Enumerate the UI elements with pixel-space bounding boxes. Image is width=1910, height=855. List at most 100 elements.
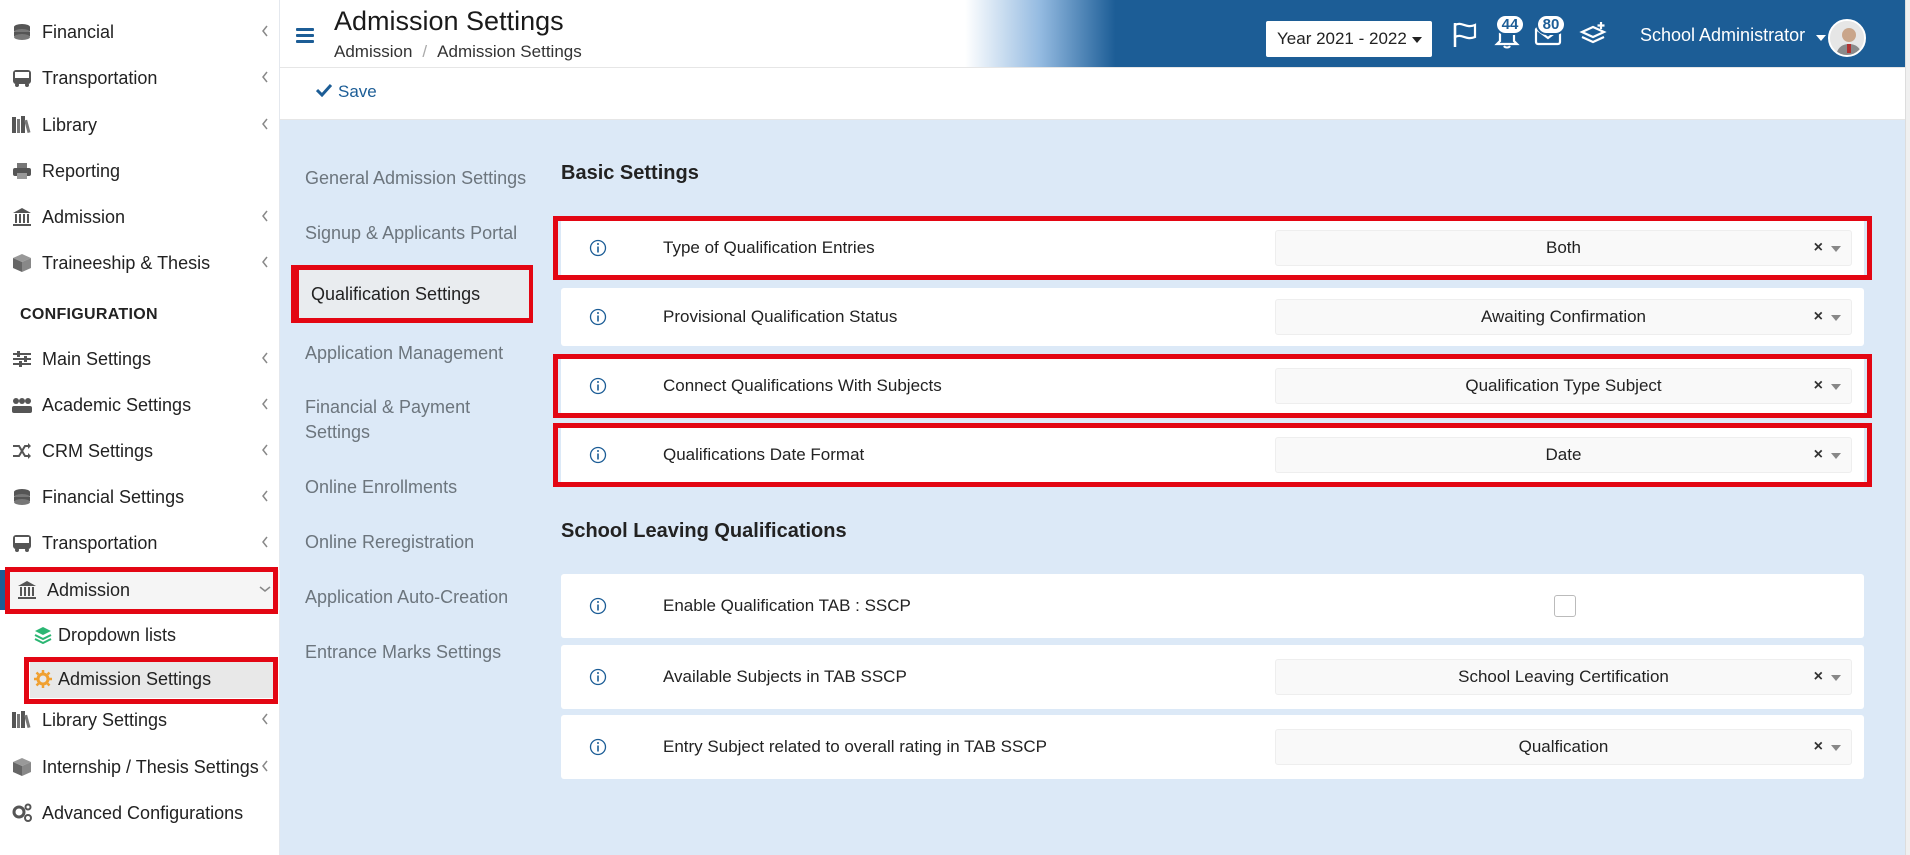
tab-online-reregistration[interactable]: Online Reregistration	[305, 530, 530, 555]
check-icon	[315, 82, 333, 102]
sidebar-item-academic-settings[interactable]: Academic Settings	[0, 385, 280, 425]
breadcrumb-admission[interactable]: Admission	[334, 42, 412, 62]
tab-application-auto-creation[interactable]: Application Auto-Creation	[305, 585, 530, 610]
qualification-entries-select[interactable]: Both ×	[1275, 230, 1852, 266]
setting-label: Available Subjects in TAB SSCP	[663, 667, 907, 686]
users-icon	[11, 394, 33, 416]
layers-icon	[34, 625, 54, 645]
clear-icon[interactable]: ×	[1814, 377, 1823, 395]
save-button[interactable]: Save	[315, 82, 377, 102]
caret-down-icon	[1831, 246, 1841, 252]
info-icon[interactable]	[589, 597, 607, 615]
sidebar-item-transportation-settings[interactable]: Transportation	[0, 523, 280, 563]
sidebar-item-label: Main Settings	[42, 348, 152, 369]
page-title: Admission Settings	[334, 6, 564, 36]
chevron-down-icon	[258, 582, 272, 596]
sidebar-item-label: Advanced Configurations	[42, 802, 244, 823]
chevron-left-icon	[258, 443, 272, 457]
flag-icon[interactable]	[1450, 20, 1480, 50]
date-format-select[interactable]: Date ×	[1275, 437, 1852, 473]
menu-toggle-icon[interactable]	[296, 28, 314, 43]
toolbar: Save	[280, 68, 1905, 120]
bus-icon	[11, 67, 33, 89]
layers-plus-icon[interactable]	[1578, 20, 1608, 50]
clear-icon[interactable]: ×	[1814, 446, 1823, 464]
institution-icon	[16, 579, 38, 601]
sidebar-subitem-dropdown-lists[interactable]: Dropdown lists	[34, 616, 278, 654]
clear-icon[interactable]: ×	[1814, 738, 1823, 756]
chevron-left-icon	[258, 397, 272, 411]
sidebar-item-traineeship[interactable]: Traineeship & Thesis	[0, 243, 280, 283]
sidebar-item-label: Financial Settings	[42, 486, 185, 507]
setting-row: Entry Subject related to overall rating …	[561, 715, 1864, 779]
chevron-left-icon	[258, 209, 272, 223]
info-icon[interactable]	[589, 446, 607, 464]
sidebar-item-library-settings[interactable]: Library Settings	[0, 700, 280, 740]
info-icon[interactable]	[589, 377, 607, 395]
notifications-badge: 44	[1495, 14, 1525, 35]
sidebar-item-advanced-configurations[interactable]: Advanced Configurations	[0, 793, 280, 833]
tab-application-management[interactable]: Application Management	[305, 341, 530, 366]
chevron-left-icon	[258, 489, 272, 503]
info-icon[interactable]	[589, 738, 607, 756]
setting-row: Provisional Qualification Status Awaitin…	[561, 288, 1864, 346]
tab-financial-payment[interactable]: Financial & Payment Settings	[305, 395, 530, 445]
breadcrumb: Admission / Admission Settings	[334, 42, 582, 62]
select-value: Both	[1546, 238, 1581, 257]
sidebar-item-label: CRM Settings	[42, 440, 154, 461]
coins-icon	[11, 21, 33, 43]
setting-label: Provisional Qualification Status	[663, 307, 898, 326]
connect-subjects-select[interactable]: Qualification Type Subject ×	[1275, 368, 1852, 404]
chevron-left-icon	[258, 351, 272, 365]
books-icon	[11, 114, 33, 136]
setting-label: Type of Qualification Entries	[663, 238, 875, 257]
sidebar-subitem-admission-settings[interactable]: Admission Settings	[30, 660, 273, 698]
tab-entrance-marks[interactable]: Entrance Marks Settings	[305, 640, 530, 665]
avatar[interactable]	[1828, 19, 1866, 57]
sidebar-item-main-settings[interactable]: Main Settings	[0, 339, 280, 379]
section-title-school-leaving: School Leaving Qualifications	[561, 520, 847, 542]
tab-online-enrollments[interactable]: Online Enrollments	[305, 475, 530, 500]
sidebar-item-label: Academic Settings	[42, 394, 192, 415]
sidebar-item-label: Dropdown lists	[58, 624, 177, 645]
page-scrollbar[interactable]	[1905, 0, 1910, 855]
enable-sscp-checkbox[interactable]	[1554, 595, 1576, 617]
select-value: Awaiting Confirmation	[1480, 307, 1647, 326]
info-icon[interactable]	[589, 668, 607, 686]
bus-icon	[11, 532, 33, 554]
provisional-status-select[interactable]: Awaiting Confirmation ×	[1275, 299, 1852, 335]
tab-general-admission[interactable]: General Admission Settings	[305, 166, 530, 191]
entry-subject-select[interactable]: Qualfication ×	[1275, 729, 1852, 765]
setting-row: Available Subjects in TAB SSCP School Le…	[561, 645, 1864, 709]
caret-down-icon	[1831, 745, 1841, 751]
sidebar-item-admission-config[interactable]: Admission	[0, 570, 280, 610]
sidebar-item-label: Admission Settings	[58, 668, 212, 689]
sidebar-item-transportation[interactable]: Transportation	[0, 58, 280, 98]
gears-icon	[11, 802, 33, 824]
clear-icon[interactable]: ×	[1814, 239, 1823, 257]
sidebar-item-financial[interactable]: Financial	[0, 12, 280, 52]
available-subjects-select[interactable]: School Leaving Certification ×	[1275, 659, 1852, 695]
setting-row: Connect Qualifications With Subjects Qua…	[561, 357, 1864, 415]
sidebar: Financial Transportation Library Reporti…	[0, 0, 280, 855]
sidebar-item-internship-settings[interactable]: Internship / Thesis Settings	[0, 747, 280, 787]
sidebar-item-crm-settings[interactable]: CRM Settings	[0, 431, 280, 471]
select-value: School Leaving Certification	[1458, 667, 1669, 686]
info-icon[interactable]	[589, 308, 607, 326]
clear-icon[interactable]: ×	[1814, 668, 1823, 686]
tab-signup-portal[interactable]: Signup & Applicants Portal	[305, 221, 530, 246]
sidebar-item-library[interactable]: Library	[0, 105, 280, 145]
user-menu[interactable]: School Administrator	[1640, 25, 1805, 46]
sidebar-item-financial-settings[interactable]: Financial Settings	[0, 477, 280, 517]
sidebar-item-admission[interactable]: Admission	[0, 197, 280, 237]
caret-down-icon	[1816, 35, 1826, 41]
sidebar-item-reporting[interactable]: Reporting	[0, 151, 280, 191]
year-select[interactable]: Year 2021 - 2022	[1266, 21, 1432, 57]
setting-row: Type of Qualification Entries Both ×	[561, 219, 1864, 277]
box-icon	[11, 756, 33, 778]
info-icon[interactable]	[589, 239, 607, 257]
clear-icon[interactable]: ×	[1814, 308, 1823, 326]
chevron-left-icon	[258, 24, 272, 38]
tab-qualification-settings[interactable]: Qualification Settings	[294, 270, 530, 318]
caret-down-icon	[1831, 315, 1841, 321]
